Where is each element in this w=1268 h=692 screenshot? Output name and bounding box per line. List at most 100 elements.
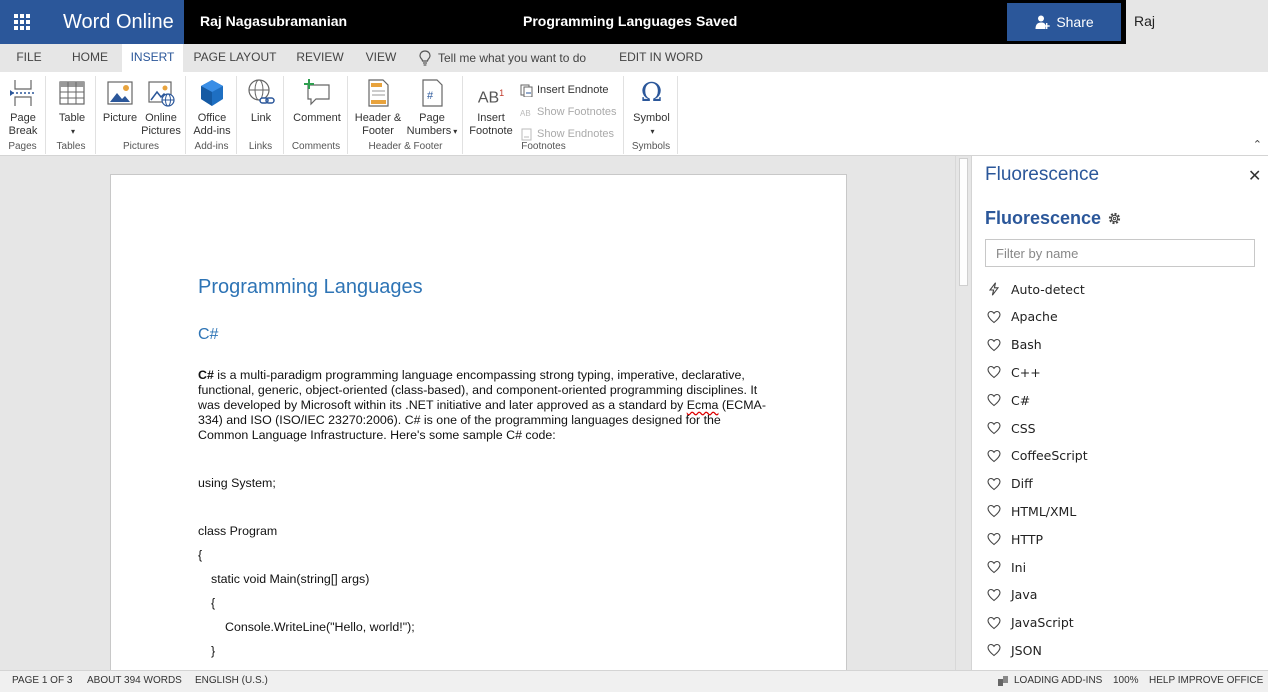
code-line[interactable]: class Program bbox=[198, 524, 277, 538]
header-footer-label-2: Footer bbox=[362, 125, 394, 137]
language-item[interactable]: Bash bbox=[987, 335, 1042, 355]
language-label: Apache bbox=[1011, 309, 1058, 325]
heart-icon[interactable] bbox=[987, 477, 1001, 491]
heart-icon[interactable] bbox=[987, 449, 1001, 463]
language-item[interactable]: HTML/XML bbox=[987, 501, 1076, 521]
code-line[interactable]: } bbox=[211, 644, 215, 658]
group-label-links: Links bbox=[248, 141, 273, 152]
language-item[interactable]: Java bbox=[987, 585, 1037, 605]
language-label: Ini bbox=[1011, 559, 1027, 575]
heart-icon[interactable] bbox=[987, 421, 1001, 435]
page-break-button[interactable]: Page Break bbox=[4, 78, 42, 138]
account-name[interactable]: Raj Nagasubramanian bbox=[1126, 0, 1268, 71]
language-item[interactable]: JavaScript bbox=[987, 613, 1074, 633]
document-page[interactable]: Programming Languages C# C# is a multi-p… bbox=[110, 174, 847, 670]
tab-home[interactable]: HOME bbox=[64, 44, 116, 72]
table-button[interactable]: Table ▾ bbox=[55, 78, 89, 138]
heart-icon[interactable] bbox=[987, 532, 1001, 546]
comment-button[interactable]: Comment bbox=[291, 78, 343, 125]
picture-label: Picture bbox=[102, 112, 138, 124]
document-canvas[interactable]: Programming Languages C# C# is a multi-p… bbox=[0, 156, 970, 670]
tab-view[interactable]: VIEW bbox=[358, 44, 404, 72]
tell-me-box[interactable]: Tell me what you want to do bbox=[418, 44, 586, 72]
language-item[interactable]: JSON bbox=[987, 640, 1042, 660]
language-item[interactable]: CSS bbox=[987, 418, 1036, 438]
spelling-error-ecma[interactable]: Ecma bbox=[687, 398, 719, 412]
scrollbar-thumb[interactable] bbox=[959, 158, 968, 286]
heart-icon[interactable] bbox=[987, 560, 1001, 574]
app-launcher-button[interactable] bbox=[0, 0, 44, 44]
heart-icon[interactable] bbox=[987, 393, 1001, 407]
heart-icon[interactable] bbox=[987, 338, 1001, 352]
language-indicator[interactable]: ENGLISH (U.S.) bbox=[195, 671, 268, 691]
collapse-ribbon-icon[interactable]: ⌃ bbox=[1253, 138, 1262, 151]
heart-icon[interactable] bbox=[987, 643, 1001, 657]
code-line[interactable]: using System; bbox=[198, 476, 276, 490]
code-line[interactable]: static void Main(string[] args) bbox=[211, 572, 369, 586]
heart-icon[interactable] bbox=[987, 588, 1001, 602]
omega-icon: Ω bbox=[640, 78, 663, 108]
language-item[interactable]: Diff bbox=[987, 474, 1033, 494]
tab-file[interactable]: FILE bbox=[6, 44, 52, 72]
picture-button[interactable]: Picture bbox=[101, 78, 139, 125]
share-button[interactable]: Share bbox=[1007, 3, 1121, 41]
heart-icon[interactable] bbox=[987, 310, 1001, 324]
tab-review[interactable]: REVIEW bbox=[290, 44, 350, 72]
document-paragraph[interactable]: C# is a multi-paradigm programming langu… bbox=[198, 368, 768, 443]
app-name[interactable]: Word Online bbox=[44, 0, 184, 44]
office-addins-button[interactable]: Office Add-ins bbox=[191, 78, 233, 138]
language-item[interactable]: CoffeeScript bbox=[987, 446, 1088, 466]
save-status: Saved bbox=[696, 13, 738, 29]
group-label-pictures: Pictures bbox=[122, 141, 160, 152]
language-item[interactable]: Auto-detect bbox=[987, 279, 1085, 299]
document-heading-1[interactable]: Programming Languages bbox=[198, 276, 423, 299]
code-line[interactable]: { bbox=[198, 548, 202, 562]
tab-page-layout[interactable]: PAGE LAYOUT bbox=[190, 44, 280, 72]
edit-in-word-button[interactable]: EDIT IN WORD bbox=[616, 44, 706, 72]
tab-insert[interactable]: INSERT bbox=[122, 44, 183, 72]
symbol-label: Symbol bbox=[633, 112, 670, 124]
document-title[interactable]: Programming Languages bbox=[523, 0, 692, 42]
footnote-icon: AB1 bbox=[477, 88, 505, 107]
code-line[interactable]: { bbox=[211, 596, 215, 610]
gear-icon[interactable] bbox=[1107, 211, 1122, 226]
show-endnotes-label: Show Endnotes bbox=[537, 128, 615, 140]
language-item[interactable]: Ini bbox=[987, 557, 1026, 577]
page-count[interactable]: PAGE 1 OF 3 bbox=[12, 671, 72, 691]
code-line[interactable]: Console.WriteLine("Hello, world!"); bbox=[225, 620, 415, 634]
header-footer-button[interactable]: Header & Footer bbox=[353, 78, 403, 138]
table-label: Table bbox=[58, 112, 86, 124]
link-button[interactable]: Link bbox=[244, 78, 278, 125]
ribbon-group-symbols: Ω Symbol ▾ Symbols bbox=[625, 76, 678, 154]
add-person-icon bbox=[1035, 15, 1051, 29]
insert-footnote-button[interactable]: AB1 Insert Footnote bbox=[466, 78, 516, 138]
symbol-button[interactable]: Ω Symbol ▾ bbox=[629, 78, 674, 138]
language-item[interactable]: Apache bbox=[987, 307, 1058, 327]
insert-endnote-button[interactable]: Insert Endnote bbox=[520, 81, 609, 99]
online-pictures-button[interactable]: Online Pictures bbox=[140, 78, 182, 138]
vertical-scrollbar[interactable] bbox=[955, 156, 970, 670]
help-improve-office-link[interactable]: HELP IMPROVE OFFICE bbox=[1149, 671, 1263, 691]
language-item[interactable]: C++ bbox=[987, 362, 1041, 382]
heart-icon[interactable] bbox=[987, 616, 1001, 630]
loading-addins-label: LOADING ADD-INS bbox=[1014, 675, 1103, 686]
group-label-addins: Add-ins bbox=[194, 141, 229, 152]
ribbon-group-pages: Page Break Pages bbox=[0, 76, 46, 154]
language-item[interactable]: C# bbox=[987, 390, 1030, 410]
language-label: JavaScript bbox=[1011, 615, 1074, 631]
word-count[interactable]: ABOUT 394 WORDS bbox=[87, 671, 182, 691]
language-item[interactable]: HTTP bbox=[987, 529, 1043, 549]
heart-icon[interactable] bbox=[987, 504, 1001, 518]
filter-input[interactable] bbox=[985, 239, 1255, 267]
heart-icon[interactable] bbox=[987, 365, 1001, 379]
document-heading-2[interactable]: C# bbox=[198, 326, 218, 344]
close-icon[interactable]: ✕ bbox=[1248, 166, 1261, 186]
group-label-header-footer: Header & Footer bbox=[368, 141, 443, 152]
page-numbers-button[interactable]: # Page Numbers ▾ bbox=[405, 78, 459, 138]
show-footnotes-button[interactable]: AB Show Footnotes bbox=[520, 103, 617, 121]
paragraph-text-1: is a multi-paradigm programming language… bbox=[198, 368, 758, 412]
owner-name[interactable]: Raj Nagasubramanian bbox=[200, 0, 347, 42]
zoom-level[interactable]: 100% bbox=[1113, 671, 1139, 691]
page-break-icon bbox=[10, 80, 34, 106]
ribbon-group-addins: Office Add-ins Add-ins bbox=[187, 76, 237, 154]
